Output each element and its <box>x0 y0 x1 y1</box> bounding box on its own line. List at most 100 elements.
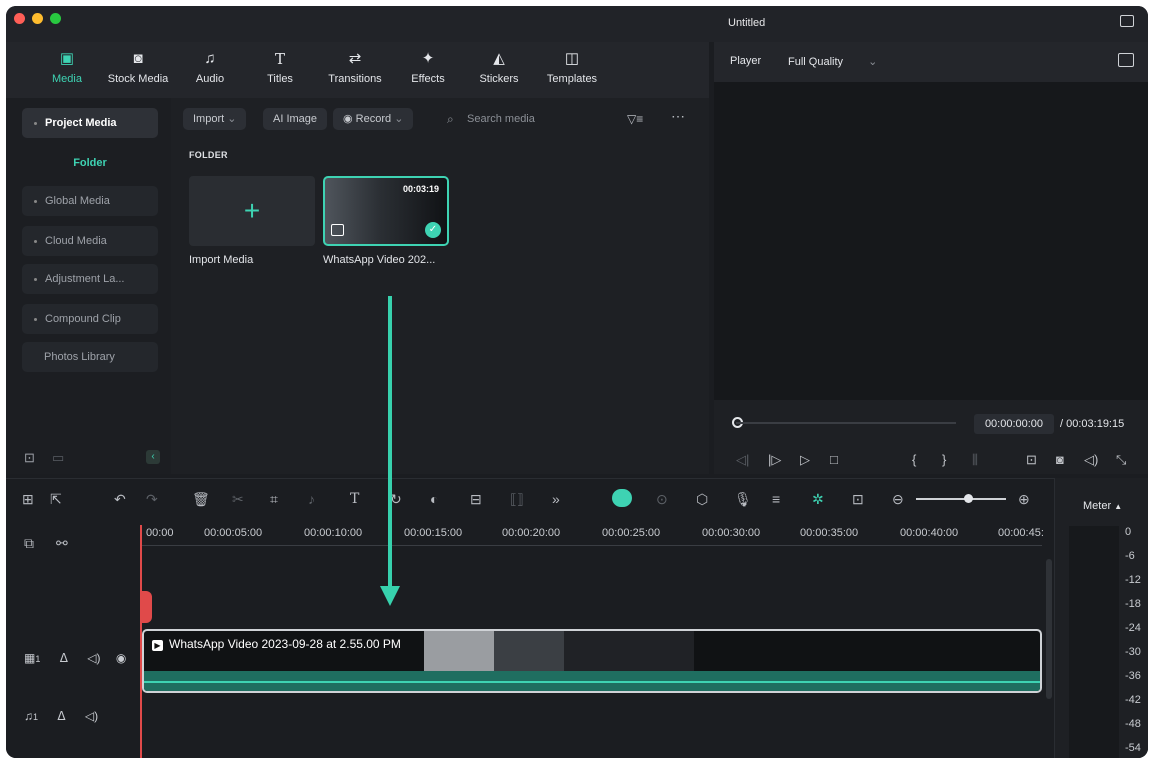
zoom-window-button[interactable] <box>50 13 61 24</box>
meter-title[interactable]: Meter ▲ <box>1083 500 1122 512</box>
effects-icon: ✦ <box>421 50 435 67</box>
sidebar-item-adjustment-layer[interactable]: Adjustment La... <box>22 264 158 294</box>
sidebar-item-folder[interactable]: Folder <box>22 148 158 178</box>
snapshot-view-icon[interactable] <box>1118 53 1134 67</box>
stock-media-icon: ◙ <box>133 50 143 67</box>
tab-stock-media[interactable]: ◙ Stock Media <box>102 48 174 94</box>
mute-icon[interactable]: ◁) <box>87 651 100 665</box>
filter-icon[interactable]: ▽≡ <box>627 112 643 126</box>
title-bar: Untitled <box>6 6 1148 42</box>
audio-icon: ♫ <box>204 50 216 67</box>
import-media-tile[interactable]: + <box>189 176 315 246</box>
scrub-track[interactable] <box>736 422 956 424</box>
audio-detach-icon[interactable]: ♪ <box>308 491 315 507</box>
mark-in-icon[interactable]: { <box>912 452 916 467</box>
zoom-in-icon[interactable]: ⊕ <box>1018 491 1030 508</box>
audio-lock-icon[interactable]: ᐃ <box>57 709 65 723</box>
audio-meter-panel: Meter ▲ 0 -6 -12 -18 -24 -30 -36 -42 -48… <box>1054 478 1148 758</box>
import-dropdown[interactable]: Import ⌄ <box>183 108 247 130</box>
ruler-tick: 00:00:25:00 <box>602 527 661 539</box>
new-folder-icon[interactable]: ⊡ <box>24 450 35 466</box>
tab-titles[interactable]: T Titles <box>262 48 298 94</box>
fullscreen-icon[interactable]: ⤡ <box>1116 452 1126 468</box>
more-tools-icon[interactable]: » <box>552 491 560 507</box>
split-icon[interactable]: ⫼ <box>972 452 978 468</box>
meter-level: -24 <box>1125 622 1141 634</box>
video-track-header: ▦1 ᐃ ◁) ◉ <box>24 651 127 665</box>
zoom-out-icon[interactable]: ⊖ <box>892 491 904 508</box>
text-icon[interactable]: T <box>350 491 359 507</box>
tab-audio[interactable]: ♫ Audio <box>190 48 230 94</box>
stickers-icon: ◭ <box>493 50 505 67</box>
tab-templates[interactable]: ◫ Templates <box>542 48 602 94</box>
record-icon: ◉ <box>343 113 353 125</box>
display-icon[interactable]: ⊡ <box>1026 452 1037 468</box>
lock-icon[interactable]: ᐃ <box>60 651 68 665</box>
video-preview[interactable] <box>714 82 1148 400</box>
zoom-slider-handle[interactable] <box>964 494 973 503</box>
link-icon[interactable]: ⚯ <box>56 535 68 552</box>
current-timecode[interactable]: 00:00:00:00 <box>974 414 1054 434</box>
select-tool-icon[interactable]: ⇱ <box>50 491 62 508</box>
fit-icon[interactable]: ⊡ <box>852 491 864 508</box>
delete-icon[interactable]: 🗑 <box>192 491 210 508</box>
render-icon[interactable]: ⊙ <box>656 491 668 508</box>
folder-heading: FOLDER <box>189 150 228 160</box>
record-dropdown[interactable]: ◉ Record ⌄ <box>333 108 414 130</box>
sidebar-item-global-media[interactable]: Global Media <box>22 186 158 216</box>
undo-icon[interactable]: ↶ <box>114 491 126 508</box>
drag-arrow-line <box>388 296 392 594</box>
media-sidebar: Project Media Folder Global Media Cloud … <box>6 98 171 474</box>
timeline-panel: ⊞ ⇱ ↶ ↷ 🗑 ✂ ⌗ ♪ T ↻ ◐ ⊟ ⟦⟧ » ⊙ ⬡ 🎙 ≡ ✲ ⊡… <box>6 478 1148 758</box>
timeline-video-clip[interactable]: ▶ WhatsApp Video 2023-09-28 at 2.55.00 PM <box>142 629 1042 693</box>
next-frame-icon[interactable]: |▷ <box>768 452 781 468</box>
quality-dropdown[interactable]: Full Quality ⌄ <box>788 55 877 68</box>
ai-mascot-icon[interactable] <box>612 489 632 507</box>
tab-transitions[interactable]: ⇄ Transitions <box>322 48 388 94</box>
media-clip-thumbnail[interactable]: 00:03:19 ✓ <box>323 176 449 246</box>
sidebar-item-project-media[interactable]: Project Media <box>22 108 158 138</box>
marker-icon[interactable]: ⬡ <box>696 491 708 508</box>
trim-icon[interactable]: ⟦⟧ <box>510 491 524 508</box>
crop-icon[interactable]: ⌗ <box>270 491 278 508</box>
redo-icon[interactable]: ↷ <box>146 491 158 508</box>
timeline-scrollbar[interactable] <box>1046 559 1052 699</box>
close-window-button[interactable] <box>14 13 25 24</box>
grid-icon[interactable]: ⊞ <box>22 491 34 508</box>
tab-stickers[interactable]: ◭ Stickers <box>474 48 524 94</box>
more-options-icon[interactable]: ⋯ <box>671 108 685 125</box>
sidebar-item-cloud-media[interactable]: Cloud Media <box>22 226 158 256</box>
collapse-sidebar-icon[interactable]: ‹ <box>146 450 160 464</box>
previous-frame-icon[interactable]: ◁| <box>736 452 749 468</box>
voiceover-icon[interactable]: ≡ <box>772 491 780 507</box>
microphone-icon[interactable]: 🎙 <box>734 491 752 508</box>
stop-icon[interactable]: □ <box>830 452 838 467</box>
eye-icon[interactable]: ◉ <box>116 651 126 665</box>
snap-icon[interactable]: ✲ <box>812 491 824 508</box>
media-browser: Import ⌄ AI Image ◉ Record ⌄ ⌕ Search me… <box>171 98 709 474</box>
mark-out-icon[interactable]: } <box>942 452 946 467</box>
minimize-window-button[interactable] <box>32 13 43 24</box>
meter-level: -12 <box>1125 574 1141 586</box>
search-input[interactable]: Search media <box>467 108 535 130</box>
layout-toggle-icon[interactable] <box>1120 15 1134 27</box>
camera-icon[interactable]: ◙ <box>1056 452 1064 467</box>
sidebar-item-photos-library[interactable]: Photos Library <box>22 342 158 372</box>
color-icon[interactable]: ◐ <box>430 491 438 507</box>
play-icon[interactable]: ▷ <box>800 452 810 468</box>
audio-mute-icon[interactable]: ◁) <box>85 709 98 723</box>
clip-caption: WhatsApp Video 202... <box>323 254 436 266</box>
tab-effects[interactable]: ✦ Effects <box>406 48 450 94</box>
zoom-slider[interactable] <box>916 498 1006 500</box>
playhead-handle[interactable] <box>140 591 152 623</box>
add-track-icon[interactable]: ⧉ <box>24 535 34 552</box>
pip-icon[interactable]: ⊟ <box>470 491 482 508</box>
cut-icon[interactable]: ✂ <box>232 491 244 508</box>
folder-icon[interactable]: ▭ <box>52 450 64 466</box>
tab-media[interactable]: ▣ Media <box>46 48 88 94</box>
video-clip-icon: ▶ <box>152 640 163 651</box>
volume-icon[interactable]: ◁) <box>1084 452 1098 468</box>
sidebar-item-compound-clip[interactable]: Compound Clip <box>22 304 158 334</box>
ai-image-button[interactable]: AI Image <box>263 108 328 130</box>
total-timecode: / 00:03:19:15 <box>1060 418 1125 430</box>
